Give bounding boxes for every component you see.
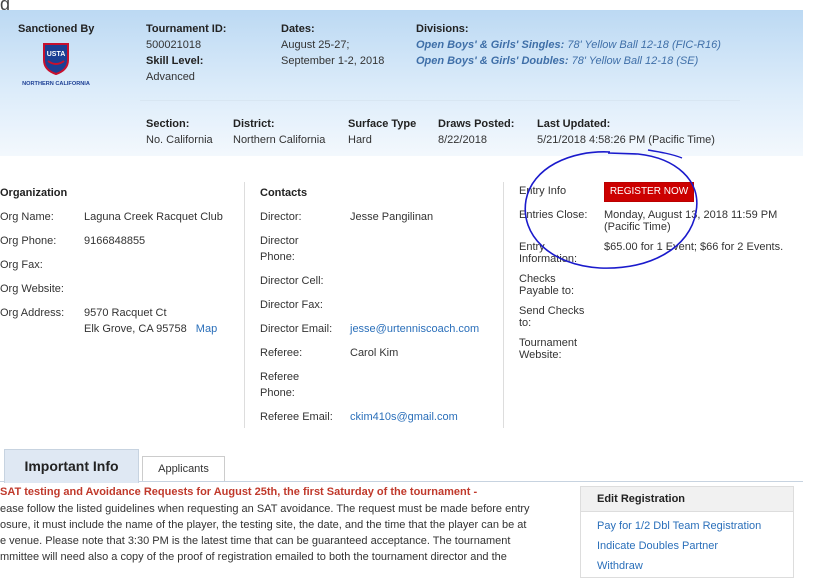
column-divider-2 — [503, 182, 504, 428]
usta-logo: USTA NORTHERN CALIFORNIA — [22, 43, 90, 87]
director-label: Director: — [260, 211, 302, 223]
surface-value: Hard — [348, 134, 372, 146]
sat-notice-line-3: e venue. Please note that 3:30 PM is the… — [0, 535, 511, 547]
tournament-website-label-1: Tournament — [519, 337, 578, 349]
checks-payable-label-2: Payable to: — [519, 285, 575, 297]
edit-registration-panel: Edit Registration Pay for 1/2 Dbl Team R… — [580, 486, 794, 578]
withdraw-link[interactable]: Withdraw — [597, 560, 643, 572]
send-checks-label-1: Send Checks — [519, 305, 585, 317]
referee-phone-label-2: Phone: — [260, 387, 295, 399]
division-doubles-link[interactable]: Open Boys' & Girls' Doubles: — [416, 55, 569, 67]
org-address-city: Elk Grove, CA 95758 — [84, 323, 187, 335]
district-label: District: — [233, 118, 275, 130]
header-divider — [140, 100, 740, 101]
divisions-label: Divisions: — [416, 23, 469, 35]
edit-registration-title: Edit Registration — [581, 487, 793, 512]
referee-label: Referee: — [260, 347, 303, 359]
tournament-website-label-2: Website: — [519, 349, 562, 361]
sat-notice-body: ease follow the listed guidelines when r… — [0, 501, 540, 565]
indicate-partner-link[interactable]: Indicate Doubles Partner — [597, 540, 718, 552]
draws-posted-label: Draws Posted: — [438, 118, 515, 130]
sanctioned-by-label: Sanctioned By — [18, 23, 95, 35]
division-singles-link[interactable]: Open Boys' & Girls' Singles: — [416, 39, 564, 51]
sat-notice-line-4: mmittee will need also a copy of the pro… — [0, 551, 507, 563]
pay-dbl-team-link[interactable]: Pay for 1/2 Dbl Team Registration — [597, 520, 761, 532]
org-address-label: Org Address: — [0, 307, 65, 319]
svg-text:USTA: USTA — [47, 51, 66, 58]
referee-email-link[interactable]: ckim410s@gmail.com — [350, 411, 458, 423]
tournament-id-value: 500021018 — [146, 39, 202, 51]
division-singles-desc: 78' Yellow Ball 12-18 — [567, 39, 669, 51]
section-label: Section: — [146, 118, 190, 130]
tournament-id-label: Tournament ID: — [146, 23, 227, 35]
referee-phone-label-1: Referee — [260, 371, 300, 383]
org-fax-label: Org Fax: — [0, 259, 43, 271]
director-phone-label-1: Director — [260, 235, 299, 247]
referee-email-label: Referee Email: — [260, 411, 333, 423]
director-cell-label: Director Cell: — [260, 275, 324, 287]
draws-posted-value: 8/22/2018 — [438, 134, 487, 146]
tab-important-info[interactable]: Important Info — [4, 449, 139, 483]
org-phone-label: Org Phone: — [0, 235, 57, 247]
sat-notice-line-1: ease follow the listed guidelines when r… — [0, 503, 530, 515]
division-singles-code: (FIC-R16) — [671, 39, 721, 51]
division-singles[interactable]: Open Boys' & Girls' Singles: 78' Yellow … — [416, 39, 721, 51]
director-value: Jesse Pangilinan — [350, 211, 434, 223]
referee-value: Carol Kim — [350, 347, 399, 359]
skill-level-value: Advanced — [146, 71, 195, 83]
division-doubles-code: (SE) — [676, 55, 699, 67]
last-updated-label: Last Updated: — [537, 118, 611, 130]
contacts-title: Contacts — [260, 187, 308, 199]
org-address-line-1: 9570 Racquet Ct — [84, 307, 167, 319]
director-phone-label-2: Phone: — [260, 251, 295, 263]
skill-level-label: Skill Level: — [146, 55, 204, 67]
org-name-label: Org Name: — [0, 211, 54, 223]
director-fax-label: Director Fax: — [260, 299, 323, 311]
svg-text:NORTHERN CALIFORNIA: NORTHERN CALIFORNIA — [22, 81, 90, 87]
dates-line-1: August 25-27; — [281, 39, 350, 51]
dates-line-2: September 1-2, 2018 — [281, 55, 385, 67]
district-value: Northern California — [233, 134, 326, 146]
org-name-value: Laguna Creek Racquet Club — [84, 211, 223, 223]
surface-label: Surface Type — [348, 118, 417, 130]
sat-notice-line-2: osure, it must include the name of the p… — [0, 519, 527, 531]
director-email-link[interactable]: jesse@urtenniscoach.com — [350, 323, 479, 335]
send-checks-label-2: to: — [519, 317, 532, 329]
column-divider-1 — [244, 182, 245, 428]
division-doubles[interactable]: Open Boys' & Girls' Doubles: 78' Yellow … — [416, 55, 698, 67]
org-website-label: Org Website: — [0, 283, 64, 295]
org-address-line-2: Elk Grove, CA 95758 Map — [84, 323, 217, 335]
division-doubles-desc: 78' Yellow Ball 12-18 — [571, 55, 674, 67]
dates-label: Dates: — [281, 23, 315, 35]
organization-title: Organization — [0, 187, 68, 199]
org-phone-value: 9166848855 — [84, 235, 146, 247]
sat-notice-title: SAT testing and Avoidance Requests for A… — [0, 486, 478, 498]
director-email-label: Director Email: — [260, 323, 333, 335]
tab-applicants[interactable]: Applicants — [142, 456, 225, 481]
annotation-circle — [524, 149, 698, 269]
map-link[interactable]: Map — [196, 323, 217, 335]
section-value: No. California — [146, 134, 213, 146]
